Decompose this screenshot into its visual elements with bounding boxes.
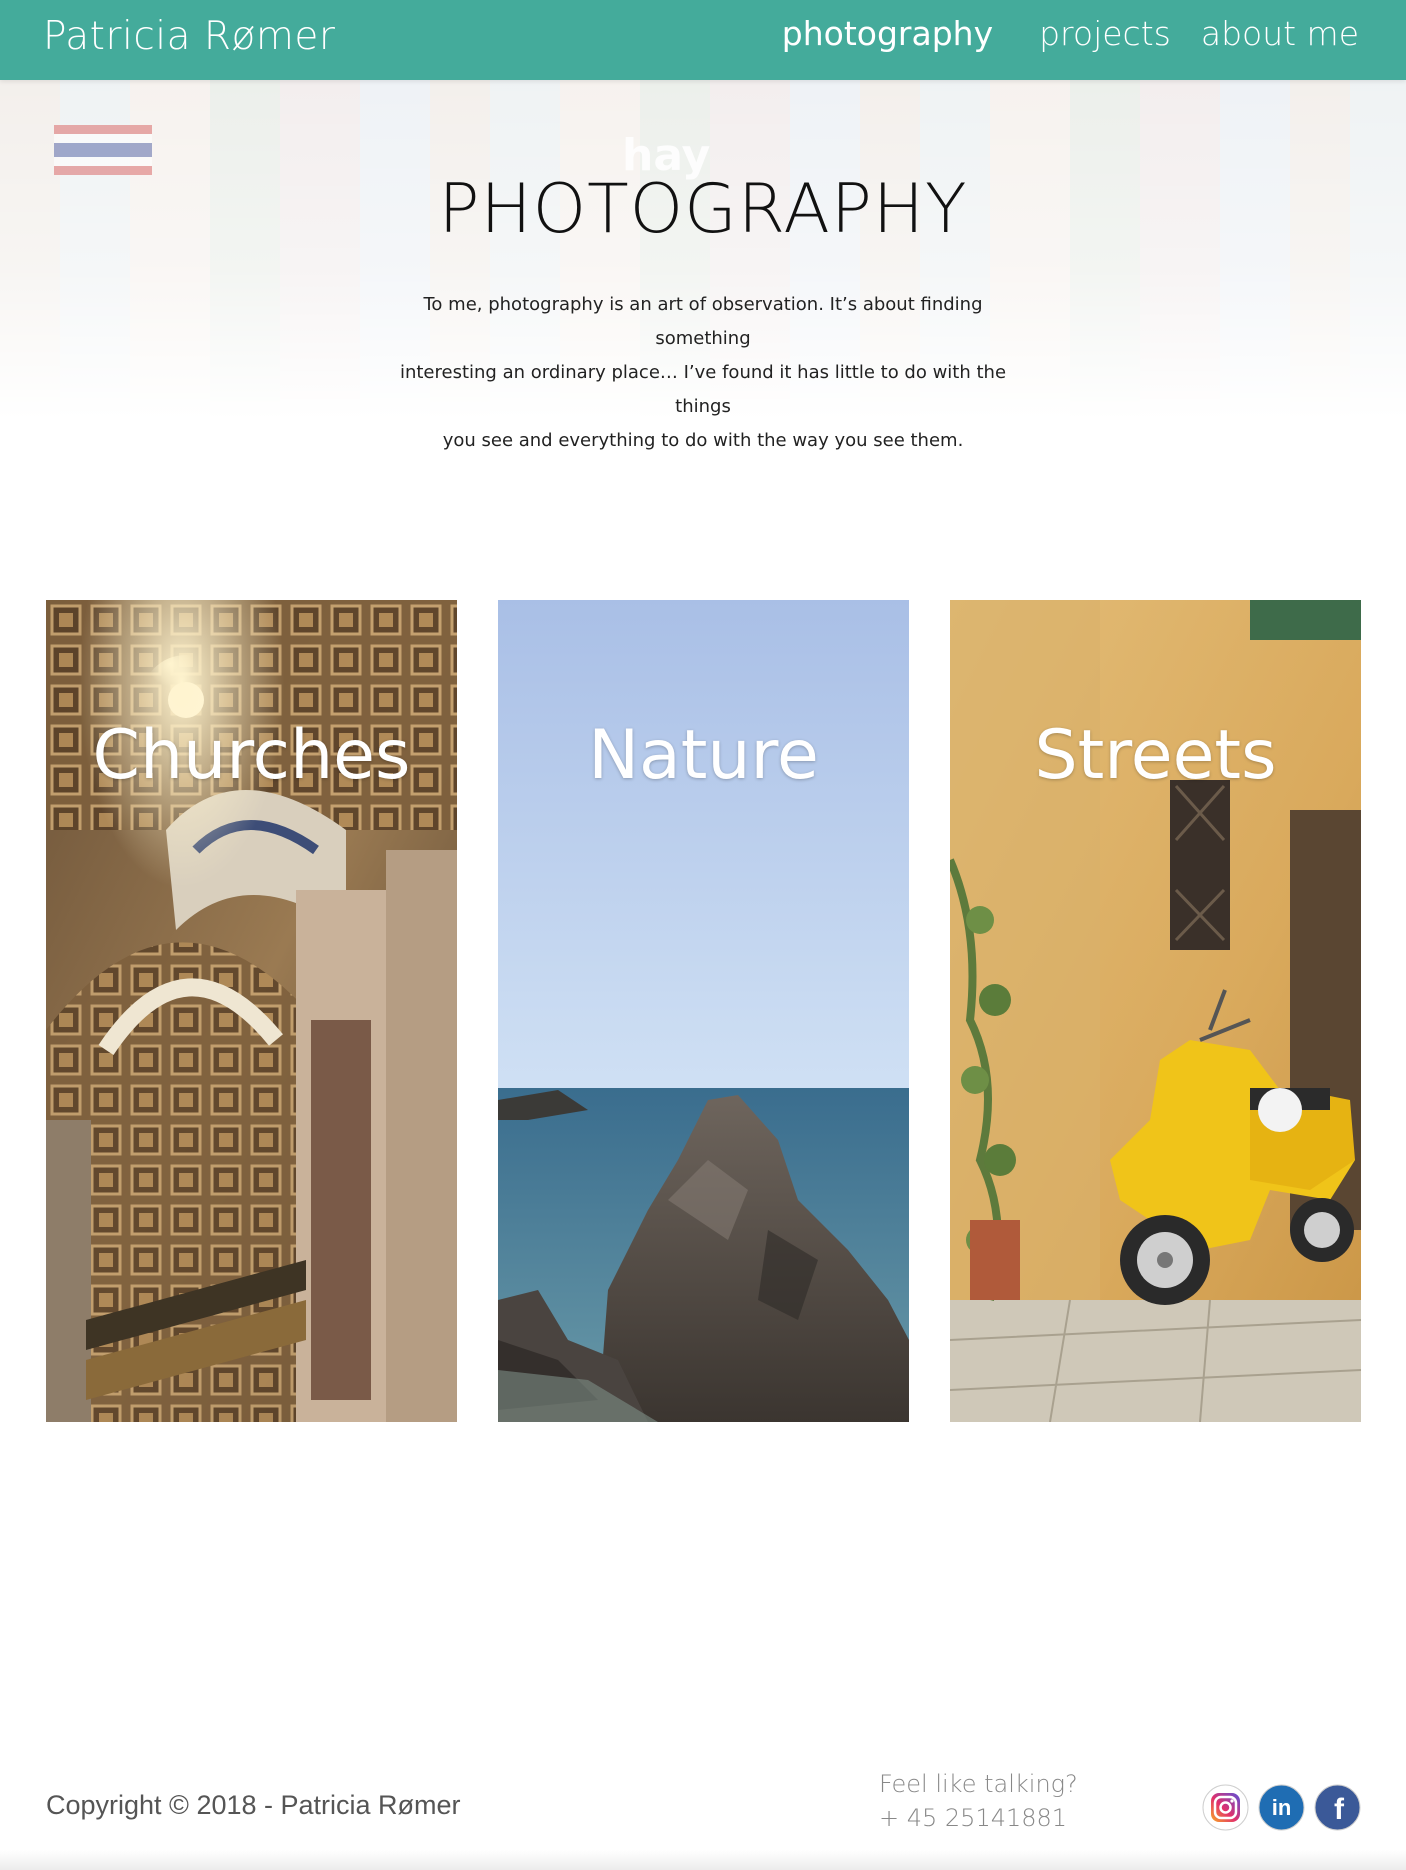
contact-prompt: Feel like talking? — [879, 1770, 1078, 1798]
nav-about-me[interactable]: about me — [1201, 14, 1359, 53]
intro-line: you see and everything to do with the wa… — [442, 430, 964, 451]
nav-projects[interactable]: projects — [1039, 14, 1171, 53]
category-label: Churches — [92, 716, 411, 795]
facebook-glyph: f — [1314, 1784, 1361, 1831]
page-title: PHOTOGRAPHY — [438, 170, 968, 249]
category-card-streets[interactable]: Streets — [950, 600, 1361, 1422]
top-navigation-bar: Patricia Rømer photography projects abou… — [0, 0, 1406, 80]
phone-number[interactable]: + 45 25141881 — [879, 1801, 1078, 1835]
category-card-nature[interactable]: Nature — [498, 600, 909, 1422]
linkedin-icon[interactable]: in — [1258, 1784, 1305, 1831]
social-links: in f — [1202, 1784, 1361, 1831]
site-brand[interactable]: Patricia Rømer — [43, 14, 335, 59]
category-card-churches[interactable]: Churches — [46, 600, 457, 1422]
category-label: Nature — [588, 716, 819, 795]
intro-text: To me, photography is an art of observat… — [378, 288, 1028, 458]
intro-line: To me, photography is an art of observat… — [423, 294, 983, 349]
main-nav: photography projects about me — [782, 14, 1359, 53]
flag-decoration — [54, 125, 152, 175]
facebook-letter: f — [1334, 1793, 1345, 1826]
instagram-glyph — [1202, 1784, 1249, 1831]
instagram-icon[interactable] — [1202, 1784, 1249, 1831]
linkedin-letters: in — [1272, 1795, 1292, 1820]
facebook-icon[interactable]: f — [1314, 1784, 1361, 1831]
intro-line: interesting an ordinary place… I’ve foun… — [399, 362, 1007, 417]
copyright-text: Copyright © 2018 - Patricia Rømer — [46, 1790, 461, 1820]
contact-block: Feel like talking? + 45 25141881 — [879, 1767, 1078, 1835]
linkedin-glyph: in — [1258, 1784, 1305, 1831]
nav-photography[interactable]: photography — [782, 14, 993, 53]
footer-shadow — [0, 1850, 1406, 1870]
category-label: Streets — [1034, 716, 1277, 795]
